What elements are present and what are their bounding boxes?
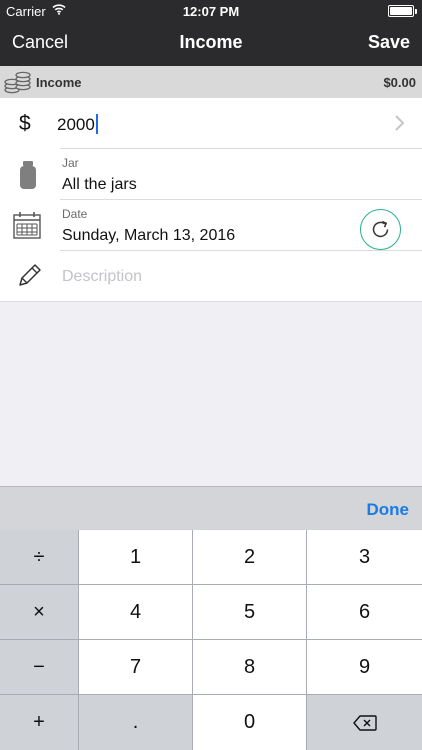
key-5[interactable]: 5 bbox=[193, 585, 306, 639]
key-1[interactable]: 1 bbox=[79, 530, 192, 584]
section-title: Income bbox=[36, 75, 82, 90]
key-8[interactable]: 8 bbox=[193, 640, 306, 694]
date-value: Sunday, March 13, 2016 bbox=[62, 227, 236, 244]
income-form: $ 2000 Jar All the jars Date Sunday, Mar… bbox=[0, 98, 422, 302]
amount-value: 2000 bbox=[57, 115, 95, 134]
repeat-button[interactable] bbox=[360, 209, 401, 250]
navigation-bar: Carrier 12:07 PM Cancel Income Save bbox=[0, 0, 422, 66]
section-header: Income $0.00 bbox=[0, 66, 422, 98]
status-bar: Carrier 12:07 PM bbox=[0, 0, 422, 22]
date-label: Date bbox=[62, 207, 88, 221]
amount-row[interactable]: $ 2000 bbox=[0, 98, 422, 149]
battery-icon bbox=[388, 5, 417, 17]
key-multiply[interactable]: × bbox=[0, 585, 78, 639]
section-total: $0.00 bbox=[383, 75, 416, 90]
status-time: 12:07 PM bbox=[182, 4, 240, 19]
refresh-icon bbox=[372, 220, 389, 238]
key-divide[interactable]: ÷ bbox=[0, 530, 78, 584]
coins-icon bbox=[4, 69, 32, 100]
key-plus[interactable]: + bbox=[0, 695, 78, 750]
key-9[interactable]: 9 bbox=[307, 640, 422, 694]
done-button[interactable]: Done bbox=[367, 500, 410, 520]
date-row[interactable]: Date Sunday, March 13, 2016 bbox=[0, 200, 422, 251]
key-7[interactable]: 7 bbox=[79, 640, 192, 694]
calendar-icon bbox=[13, 211, 41, 244]
key-2[interactable]: 2 bbox=[193, 530, 306, 584]
key-0[interactable]: 0 bbox=[193, 695, 306, 750]
cancel-button[interactable]: Cancel bbox=[12, 32, 68, 53]
keyboard-toolbar: Done bbox=[0, 486, 422, 530]
key-6[interactable]: 6 bbox=[307, 585, 422, 639]
jar-label: Jar bbox=[62, 156, 79, 170]
backspace-icon bbox=[352, 714, 377, 731]
jar-icon bbox=[19, 161, 37, 194]
save-button[interactable]: Save bbox=[368, 32, 410, 53]
row-divider bbox=[0, 301, 422, 302]
key-3[interactable]: 3 bbox=[307, 530, 422, 584]
pencil-icon bbox=[16, 263, 42, 294]
backspace-key[interactable] bbox=[307, 695, 422, 750]
amount-field[interactable]: 2000 bbox=[57, 114, 98, 135]
numeric-keypad: ÷ 1 2 3 × 4 5 6 − 7 8 9 + . 0 bbox=[0, 530, 422, 750]
key-4[interactable]: 4 bbox=[79, 585, 192, 639]
currency-symbol: $ bbox=[19, 112, 31, 135]
key-minus[interactable]: − bbox=[0, 640, 78, 694]
description-row[interactable] bbox=[0, 251, 422, 302]
jar-value: All the jars bbox=[62, 176, 137, 193]
jar-row[interactable]: Jar All the jars bbox=[0, 149, 422, 200]
chevron-right-icon[interactable] bbox=[395, 115, 405, 136]
text-caret bbox=[95, 114, 98, 134]
key-decimal[interactable]: . bbox=[79, 695, 192, 750]
description-input[interactable] bbox=[62, 265, 362, 289]
